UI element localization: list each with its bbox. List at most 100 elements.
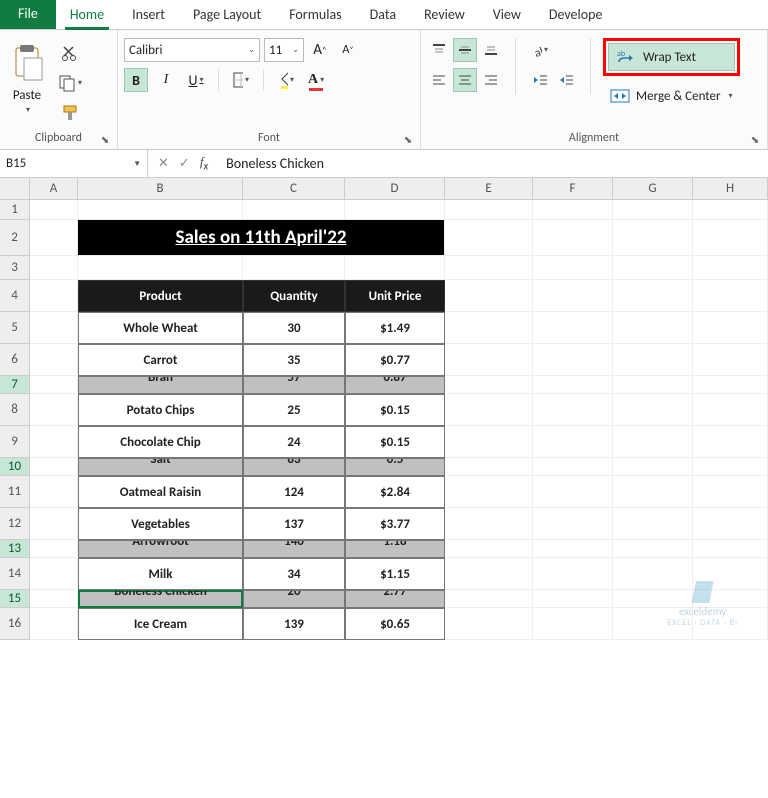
format-painter-button[interactable]	[54, 100, 86, 126]
formula-bar[interactable]: Boneless Chicken	[218, 155, 768, 172]
italic-button[interactable]: I	[154, 68, 178, 92]
merge-center-button[interactable]: Merge & Center ▾	[603, 82, 740, 110]
table-cell-product[interactable]: Boneless Chicken	[78, 590, 243, 608]
increase-font-button[interactable]: A˄	[308, 38, 332, 62]
table-cell-qty[interactable]: 24	[243, 426, 345, 458]
table-cell-price[interactable]: 0.5	[345, 458, 445, 476]
paste-button[interactable]	[6, 38, 48, 86]
col-C[interactable]: C	[243, 178, 345, 199]
row-header[interactable]: 12	[0, 508, 30, 540]
row-header[interactable]: 6	[0, 344, 30, 376]
orientation-button[interactable]: ab▾	[528, 38, 552, 62]
table-cell-product[interactable]: Chocolate Chip	[78, 426, 243, 458]
col-F[interactable]: F	[533, 178, 613, 199]
table-cell-qty[interactable]: 20	[243, 590, 345, 608]
table-cell-product[interactable]: Arrowroot	[78, 540, 243, 558]
tab-formulas[interactable]: Formulas	[275, 0, 355, 29]
name-box[interactable]: B15▼	[0, 150, 148, 177]
table-cell-price[interactable]: 1.18	[345, 540, 445, 558]
tab-developer[interactable]: Develope	[535, 0, 617, 29]
tab-view[interactable]: View	[479, 0, 535, 29]
table-cell-product[interactable]: Milk	[78, 558, 243, 590]
row-header[interactable]: 14	[0, 558, 30, 590]
align-right-button[interactable]	[479, 68, 503, 92]
row-header[interactable]: 10	[0, 458, 30, 476]
table-cell-price[interactable]: $1.15	[345, 558, 445, 590]
table-cell-price[interactable]: $0.65	[345, 608, 445, 640]
font-launcher[interactable]: ⬊	[402, 133, 414, 145]
col-E[interactable]: E	[445, 178, 533, 199]
tab-review[interactable]: Review	[410, 0, 479, 29]
table-cell-product[interactable]: Salt	[78, 458, 243, 476]
row-header[interactable]: 15	[0, 590, 30, 608]
table-cell-qty[interactable]: 137	[243, 508, 345, 540]
row-header[interactable]: 3	[0, 256, 30, 280]
cancel-formula-icon[interactable]: ✕	[158, 156, 169, 171]
tab-home[interactable]: Home	[56, 0, 118, 29]
row-header[interactable]: 5	[0, 312, 30, 344]
sheet-title[interactable]: Sales on 11th April'22	[78, 220, 445, 256]
table-cell-product[interactable]: Ice Cream	[78, 608, 243, 640]
table-cell-price[interactable]: $0.77	[345, 344, 445, 376]
wrap-text-button[interactable]: ab Wrap Text	[608, 43, 735, 71]
row-header[interactable]: 7	[0, 376, 30, 394]
decrease-font-button[interactable]: A˅	[336, 38, 360, 62]
table-cell-product[interactable]: Carrot	[78, 344, 243, 376]
table-cell-qty[interactable]: 139	[243, 608, 345, 640]
align-left-button[interactable]	[427, 68, 451, 92]
bold-button[interactable]: B	[124, 68, 148, 92]
row-header[interactable]: 11	[0, 476, 30, 508]
table-cell-qty[interactable]: 35	[243, 344, 345, 376]
font-name-select[interactable]: Calibri⌄	[124, 38, 260, 62]
tab-data[interactable]: Data	[356, 0, 410, 29]
decrease-indent-button[interactable]	[528, 68, 552, 92]
table-cell-product[interactable]: Oatmeal Raisin	[78, 476, 243, 508]
fx-icon[interactable]: fx	[200, 154, 208, 173]
enter-formula-icon[interactable]: ✓	[179, 156, 190, 171]
paste-dropdown[interactable]: ▾	[26, 105, 30, 115]
select-all-corner[interactable]	[0, 178, 30, 199]
col-A[interactable]: A	[30, 178, 78, 199]
borders-button[interactable]: ▾	[229, 68, 253, 92]
font-size-select[interactable]: 11⌄	[264, 38, 304, 62]
table-cell-qty[interactable]: 83	[243, 458, 345, 476]
row-header[interactable]: 13	[0, 540, 30, 558]
align-middle-button[interactable]	[453, 38, 477, 62]
copy-button[interactable]: ▾	[54, 70, 86, 96]
increase-indent-button[interactable]	[554, 68, 578, 92]
table-cell-product[interactable]: Potato Chips	[78, 394, 243, 426]
header-quantity[interactable]: Quantity	[243, 280, 345, 312]
underline-button[interactable]: U▾	[184, 68, 208, 92]
align-top-button[interactable]	[427, 38, 451, 62]
col-G[interactable]: G	[613, 178, 693, 199]
row-header[interactable]: 1	[0, 200, 30, 220]
col-H[interactable]: H	[693, 178, 768, 199]
header-unitprice[interactable]: Unit Price	[345, 280, 445, 312]
row-header[interactable]: 16	[0, 608, 30, 640]
tab-insert[interactable]: Insert	[118, 0, 179, 29]
align-center-button[interactable]	[453, 68, 477, 92]
tab-file[interactable]: File	[0, 0, 56, 29]
table-cell-price[interactable]: $1.49	[345, 312, 445, 344]
fill-color-button[interactable]: ▾	[274, 68, 298, 92]
table-cell-qty[interactable]: 30	[243, 312, 345, 344]
table-cell-price[interactable]: $0.15	[345, 394, 445, 426]
row-header[interactable]: 2	[0, 220, 30, 256]
col-B[interactable]: B	[78, 178, 243, 199]
clipboard-launcher[interactable]: ⬊	[99, 133, 111, 145]
table-cell-qty[interactable]: 34	[243, 558, 345, 590]
header-product[interactable]: Product	[78, 280, 243, 312]
row-header[interactable]: 8	[0, 394, 30, 426]
row-header[interactable]: 4	[0, 280, 30, 312]
table-cell-price[interactable]: 2.77	[345, 590, 445, 608]
font-color-button[interactable]: A▾	[304, 68, 328, 92]
col-D[interactable]: D	[345, 178, 445, 199]
table-cell-qty[interactable]: 25	[243, 394, 345, 426]
table-cell-price[interactable]: 0.87	[345, 376, 445, 394]
table-cell-price[interactable]: $0.15	[345, 426, 445, 458]
alignment-launcher[interactable]: ⬊	[749, 133, 761, 145]
table-cell-product[interactable]: Vegetables	[78, 508, 243, 540]
table-cell-product[interactable]: Whole Wheat	[78, 312, 243, 344]
table-cell-qty[interactable]: 124	[243, 476, 345, 508]
align-bottom-button[interactable]	[479, 38, 503, 62]
